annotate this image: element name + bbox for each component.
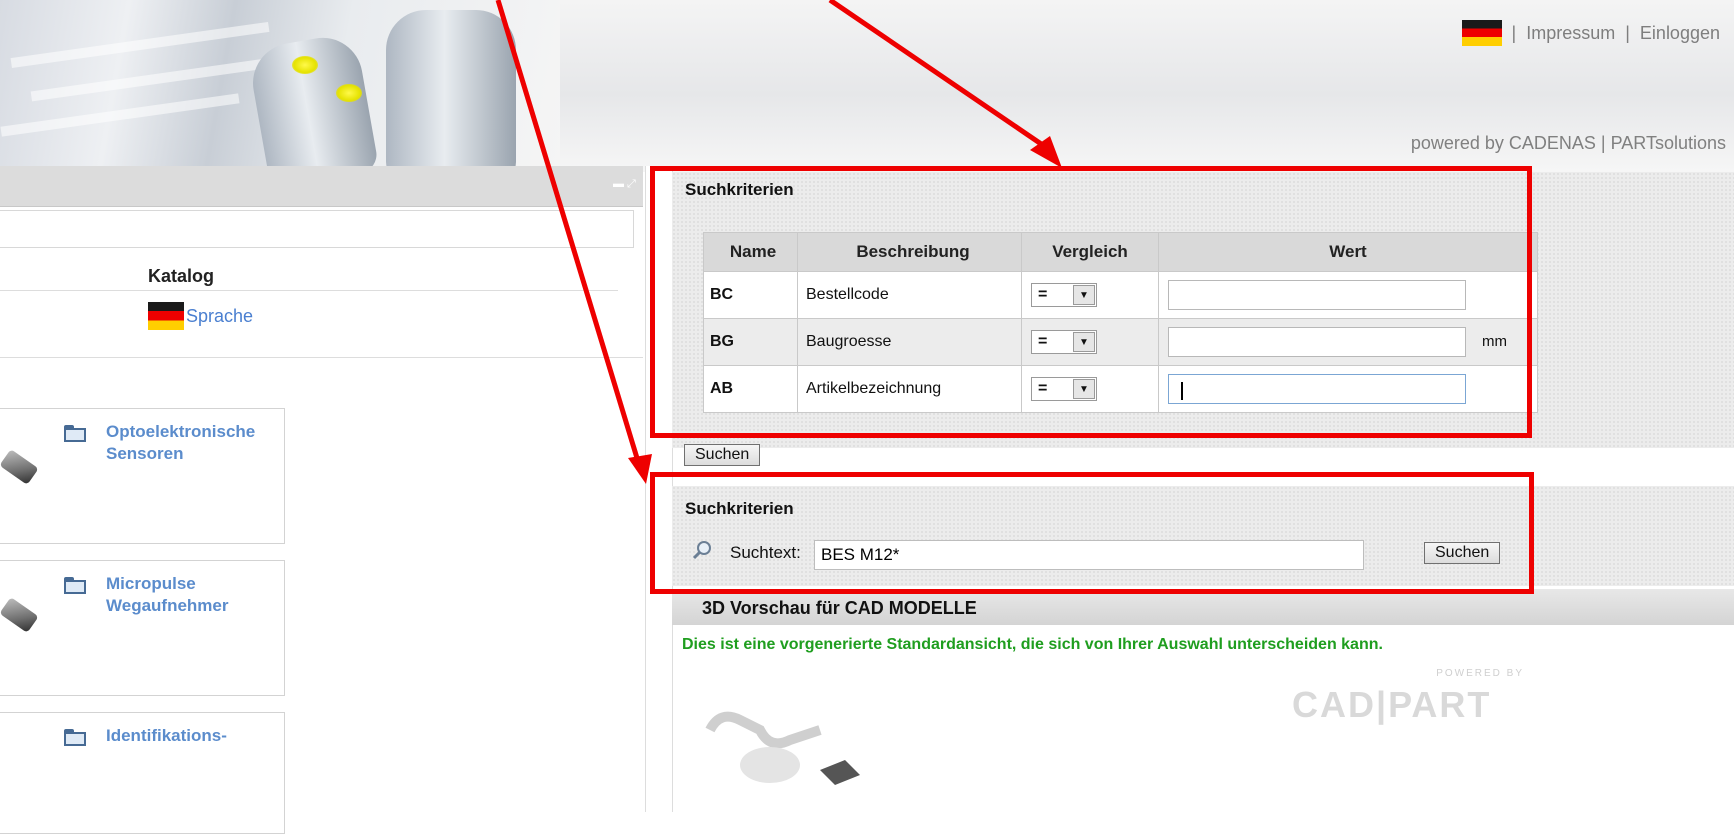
column-header-description: Beschreibung	[797, 232, 1022, 272]
top-links: | Impressum | Einloggen	[1461, 20, 1720, 46]
magnifier-icon	[692, 541, 711, 560]
value-input-artikelbezeichnung[interactable]	[1168, 374, 1466, 404]
search-text-label: Suchtext:	[730, 543, 801, 562]
chevron-down-icon[interactable]: ▼	[1073, 379, 1095, 399]
search-text-input[interactable]: BES M12*	[814, 540, 1364, 570]
textsearch-panel	[672, 486, 1734, 586]
comparison-value: =	[1038, 286, 1048, 303]
category-card[interactable]: Identifikations-	[0, 712, 285, 834]
textsearch-title: Suchkriterien	[685, 499, 794, 518]
catalog-header	[0, 262, 618, 291]
table-row: BG Baugroesse = ▼ mm	[703, 318, 1538, 366]
header: | Impressum | Einloggen powered by CADEN…	[0, 0, 1734, 172]
text-caret	[1181, 382, 1183, 400]
folder-icon	[64, 577, 88, 595]
login-link[interactable]: Einloggen	[1640, 23, 1720, 44]
catalog-title: Katalog	[148, 266, 215, 286]
link-separator: |	[1625, 22, 1630, 43]
comparison-value: =	[1038, 380, 1048, 397]
column-header-value: Wert	[1158, 232, 1538, 272]
chevron-down-icon[interactable]: ▼	[1073, 332, 1095, 352]
category-card[interactable]: Micropulse Wegaufnehmer	[0, 560, 285, 696]
preview-note: Dies ist eine vorgenerierte Standardansi…	[682, 636, 1383, 653]
criteria-title: Suchkriterien	[685, 180, 794, 199]
table-row: BC Bestellcode = ▼	[703, 271, 1538, 319]
criterion-name: BC	[703, 271, 798, 319]
chevron-down-icon[interactable]: ▼	[1073, 285, 1095, 305]
comparison-select[interactable]: = ▼	[1031, 283, 1097, 307]
criterion-name: AB	[703, 365, 798, 413]
cadenas-logo: POWERED BY CAD|PART	[1292, 668, 1532, 728]
left-panel-toolbar	[0, 210, 634, 248]
category-link[interactable]: Optoelektronische Sensoren	[106, 421, 282, 465]
powered-by-text: powered by CADENAS | PARTsolutions	[1410, 133, 1726, 153]
german-flag-icon[interactable]	[1461, 20, 1502, 46]
transducer-thumbnail	[0, 597, 39, 633]
divider	[0, 357, 643, 358]
comparison-select[interactable]: = ▼	[1031, 377, 1097, 401]
impressum-link[interactable]: Impressum	[1526, 23, 1615, 44]
category-card[interactable]: Optoelektronische Sensoren	[0, 408, 285, 544]
category-link[interactable]: Identifikations-	[106, 725, 282, 747]
comparison-value: =	[1038, 333, 1048, 350]
column-header-comparison: Vergleich	[1021, 232, 1159, 272]
3d-glasses-icon	[705, 711, 860, 785]
criterion-description: Artikelbezeichnung	[797, 365, 1022, 413]
left-panel-titlebar: ▬ ⤢	[0, 166, 643, 207]
panel-splitter[interactable]	[645, 166, 673, 812]
folder-icon	[64, 729, 88, 747]
header-banner-image	[0, 0, 560, 172]
comparison-select[interactable]: = ▼	[1031, 330, 1097, 354]
link-separator: |	[1511, 22, 1517, 43]
german-flag-icon	[148, 302, 184, 330]
language-selector[interactable]: Sprache	[148, 302, 253, 330]
logo-mark: CAD|PART	[1292, 684, 1492, 725]
criteria-search-button[interactable]: Suchen	[684, 444, 761, 466]
unit-label: mm	[1482, 333, 1507, 350]
value-input-bestellcode[interactable]	[1168, 280, 1466, 310]
column-header-name: Name	[703, 232, 798, 272]
table-row: AB Artikelbezeichnung = ▼	[703, 365, 1538, 413]
criteria-table: Name Beschreibung Vergleich Wert BC Best…	[703, 232, 1538, 413]
folder-icon	[64, 425, 88, 443]
language-label[interactable]: Sprache	[186, 306, 253, 327]
value-input-baugroesse[interactable]	[1168, 327, 1466, 357]
criterion-name: BG	[703, 318, 798, 366]
text-search-button[interactable]: Suchen	[1424, 542, 1501, 564]
preview-title: 3D Vorschau für CAD MODELLE	[702, 598, 977, 618]
panel-resize-icon[interactable]: ▬ ⤢	[613, 178, 637, 190]
criterion-description: Baugroesse	[797, 318, 1022, 366]
criterion-description: Bestellcode	[797, 271, 1022, 319]
category-link[interactable]: Micropulse Wegaufnehmer	[106, 573, 282, 617]
logo-powered-text: POWERED BY	[1436, 668, 1524, 679]
sensor-thumbnail	[0, 449, 39, 485]
